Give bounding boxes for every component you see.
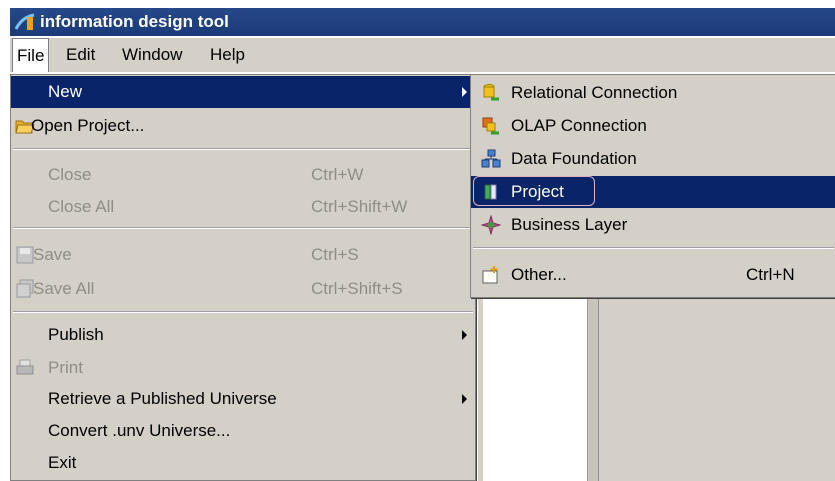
menu-item-project[interactable]: Project	[471, 176, 835, 208]
menu-item-other[interactable]: Other... Ctrl+N	[471, 259, 835, 291]
new-submenu: Relational Connection OLAP Connection Da…	[470, 74, 835, 298]
menu-item-relational-connection[interactable]: Relational Connection	[471, 77, 835, 109]
menu-item-label: Convert .unv Universe...	[48, 421, 231, 440]
menu-item-olap-connection[interactable]: OLAP Connection	[471, 110, 835, 142]
shortcut-label: Ctrl+N	[746, 265, 795, 284]
printer-icon	[16, 359, 34, 375]
submenu-arrow-icon	[462, 330, 467, 340]
shortcut-label: Ctrl+W	[311, 165, 364, 184]
menu-item-label: Relational Connection	[511, 83, 678, 102]
relational-connection-icon	[483, 84, 499, 101]
menu-item-label: Close All	[48, 197, 115, 216]
save-all-icon	[16, 279, 34, 298]
menu-item-close[interactable]: Close Ctrl+W	[11, 159, 475, 191]
shortcut-label: Ctrl+Shift+W	[311, 197, 408, 216]
file-menu: New Open Project... Close Ctrl+W Close A…	[10, 74, 476, 481]
menu-item-business-layer[interactable]: Business Layer	[471, 209, 835, 241]
menu-window[interactable]: Window	[118, 38, 186, 72]
menu-item-save[interactable]: Save Ctrl+S	[11, 239, 475, 271]
save-icon	[16, 246, 34, 264]
menu-item-label: Close	[48, 165, 92, 184]
menu-item-label: Print	[48, 358, 83, 377]
menu-item-exit[interactable]: Exit	[11, 447, 475, 479]
submenu-arrow-icon	[462, 87, 467, 97]
menu-item-label: Project	[511, 182, 564, 201]
menu-item-publish[interactable]: Publish	[11, 319, 475, 351]
menu-item-close-all[interactable]: Close All Ctrl+Shift+W	[11, 191, 475, 223]
menu-item-data-foundation[interactable]: Data Foundation	[471, 143, 835, 175]
menu-item-label: Open Project...	[31, 116, 145, 135]
menu-item-save-all[interactable]: Save All Ctrl+Shift+S	[11, 273, 475, 305]
data-foundation-icon	[481, 149, 501, 168]
panel-splitter[interactable]	[588, 296, 599, 481]
menu-item-retrieve-universe[interactable]: Retrieve a Published Universe	[11, 383, 475, 415]
new-other-icon	[482, 266, 498, 284]
menu-item-new[interactable]: New	[11, 76, 475, 108]
menu-item-label: Business Layer	[511, 215, 628, 234]
menu-separator	[13, 227, 473, 229]
menu-item-label: Retrieve a Published Universe	[48, 389, 277, 408]
menu-item-label: Exit	[48, 453, 77, 472]
menu-item-label: Save	[33, 245, 72, 264]
window-title: information design tool	[40, 12, 229, 31]
menu-item-label: Save All	[33, 279, 95, 298]
menu-item-label: Publish	[48, 325, 104, 344]
menu-separator	[13, 311, 473, 313]
workspace-panel	[483, 296, 588, 481]
app-logo-icon	[14, 13, 35, 30]
menu-edit[interactable]: Edit	[62, 38, 99, 72]
olap-connection-icon	[482, 117, 499, 135]
shortcut-label: Ctrl+S	[311, 245, 359, 264]
business-layer-icon	[481, 215, 501, 235]
menu-item-label: Data Foundation	[511, 149, 637, 168]
menu-help[interactable]: Help	[206, 38, 249, 72]
menu-bar: File Edit Window Help	[10, 38, 835, 72]
menu-item-print[interactable]: Print	[11, 352, 475, 384]
shortcut-label: Ctrl+Shift+S	[311, 279, 403, 298]
submenu-arrow-icon	[462, 394, 467, 404]
menu-item-label: Other...	[511, 265, 567, 284]
title-bar: information design tool	[10, 8, 835, 36]
menu-file[interactable]: File	[12, 38, 50, 72]
menu-separator	[473, 247, 834, 249]
menu-item-convert-universe[interactable]: Convert .unv Universe...	[11, 415, 475, 447]
menu-separator	[13, 148, 473, 150]
menu-item-label: OLAP Connection	[511, 116, 647, 135]
project-icon	[484, 184, 497, 200]
menu-item-open-project[interactable]: Open Project...	[11, 110, 475, 142]
menu-item-label: New	[48, 82, 83, 101]
